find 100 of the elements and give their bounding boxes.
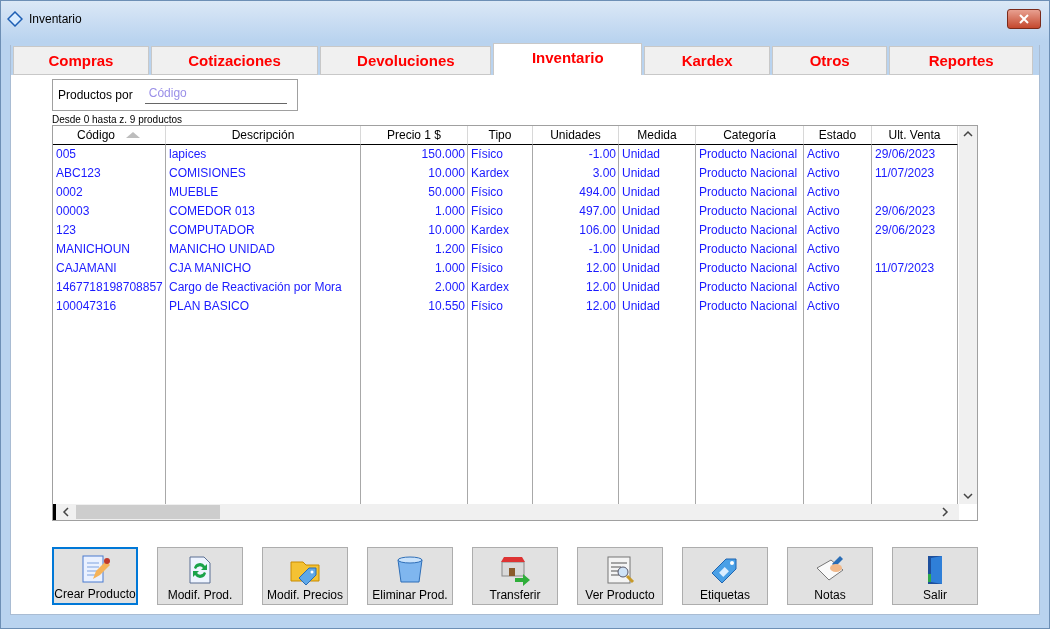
table-cell-text: 11/07/2023 <box>874 260 936 277</box>
table-cell-text: Físico <box>470 184 504 201</box>
table-cell-text: Activo <box>806 222 841 239</box>
column-header[interactable]: Precio 1 $ <box>361 126 468 145</box>
table-cell-text: Activo <box>806 203 841 220</box>
table-cell-text: Unidad <box>621 241 662 258</box>
table-cell-text: CJA MANICHO <box>168 260 252 277</box>
table-cell-text: -1.00 <box>587 241 617 258</box>
table-cell-text: 497.00 <box>578 203 617 220</box>
table-cell-text: Activo <box>806 241 841 258</box>
column-header[interactable]: Medida <box>619 126 696 145</box>
toolbar-button[interactable]: Salir <box>892 547 978 605</box>
table-cell-text: Unidad <box>621 184 662 201</box>
table-cell-text: Activo <box>806 184 841 201</box>
table-cell-text: Activo <box>806 279 841 296</box>
table-cell-text: COMEDOR 013 <box>168 203 257 220</box>
scroll-right-icon[interactable] <box>939 507 949 517</box>
table-cell-text: Producto Nacional <box>698 146 799 163</box>
table-cell-text: Producto Nacional <box>698 165 799 182</box>
table-cell-text: MANICHO UNIDAD <box>168 241 276 258</box>
column-header[interactable]: Descripción <box>166 126 361 145</box>
toolbar-button[interactable]: Notas <box>787 547 873 605</box>
toolbar-button[interactable]: Crear Producto <box>52 547 138 605</box>
table-cell-text: 12.00 <box>584 298 617 315</box>
table-cell-text: Kardex <box>470 222 511 239</box>
table-cell-text: Producto Nacional <box>698 203 799 220</box>
table-cell-text: COMPUTADOR <box>168 222 256 239</box>
close-icon <box>1018 14 1030 24</box>
toolbar-button[interactable]: Modif. Precios <box>262 547 348 605</box>
table-cell-text: Activo <box>806 165 841 182</box>
table-cell-text: Unidad <box>621 146 662 163</box>
table-cell-text: Producto Nacional <box>698 241 799 258</box>
table-cell-text: 00003 <box>55 203 91 220</box>
table-cell-text: Kardex <box>470 279 511 296</box>
table-cell-text: CAJAMANI <box>55 260 118 277</box>
table-cell-text: lapices <box>168 146 208 163</box>
table-cell-text: 0002 <box>55 184 84 201</box>
tab[interactable]: Compras <box>13 46 149 75</box>
tab[interactable]: Otros <box>772 46 888 75</box>
column-header[interactable]: Código <box>53 126 166 145</box>
document-pencil-icon <box>79 553 111 585</box>
horizontal-scrollbar[interactable] <box>53 504 959 520</box>
table-cell-text: COMISIONES <box>168 165 247 182</box>
table-cell-text: 1.000 <box>433 203 466 220</box>
column-header[interactable]: Categoría <box>696 126 804 145</box>
table-cell-text: 10.550 <box>427 298 466 315</box>
bin-icon <box>394 554 426 586</box>
tab[interactable]: Cotizaciones <box>150 46 319 75</box>
table-cell-text: 12.00 <box>584 279 617 296</box>
filter-field[interactable]: Código <box>144 86 287 104</box>
range-text: Desde 0 hasta z. 9 productos <box>52 114 184 125</box>
table-cell-text: 11/07/2023 <box>874 165 936 182</box>
tab[interactable]: Reportes <box>889 46 1033 75</box>
table-cell-text: 005 <box>55 146 78 163</box>
vertical-scrollbar[interactable] <box>959 126 977 504</box>
scrollbar-thumb[interactable] <box>76 505 220 519</box>
diamond-icon <box>7 11 23 27</box>
table-cell-text: Físico <box>470 203 504 220</box>
table-cell-text: Unidad <box>621 260 662 277</box>
table-cell-text: Producto Nacional <box>698 260 799 277</box>
table-cell-text: Producto Nacional <box>698 222 799 239</box>
scroll-up-icon[interactable] <box>963 130 973 138</box>
window-title: Inventario <box>29 12 83 26</box>
toolbar-button[interactable]: Eliminar Prod. <box>367 547 453 605</box>
table-cell-text: Unidad <box>621 298 662 315</box>
table-cell-text: 50.000 <box>427 184 466 201</box>
table-cell-text: Activo <box>806 146 841 163</box>
column-header[interactable]: Estado <box>804 126 872 145</box>
document-magnifier-icon <box>604 554 636 586</box>
table-cell-text: 1.000 <box>433 260 466 277</box>
scroll-left-icon[interactable] <box>62 507 72 517</box>
table-cell-text: 3.00 <box>591 165 617 182</box>
table-cell-text: Kardex <box>470 165 511 182</box>
close-button[interactable] <box>1007 9 1041 29</box>
table-cell-text: Activo <box>806 298 841 315</box>
table-cell-text: Cargo de Reactivación por Mora <box>168 279 343 296</box>
tab[interactable]: Kardex <box>644 46 771 75</box>
filter-label: Productos por <box>58 88 133 102</box>
tab[interactable]: Inventario <box>493 43 643 75</box>
toolbar-button[interactable]: Etiquetas <box>682 547 768 605</box>
table-cell-text: -1.00 <box>587 146 617 163</box>
scroll-down-icon[interactable] <box>963 492 973 500</box>
table-cell-text: MUEBLE <box>168 184 220 201</box>
table-cell-text: Producto Nacional <box>698 184 799 201</box>
table-cell-text: Físico <box>470 298 504 315</box>
toolbar-button[interactable]: Transferir <box>472 547 558 605</box>
table-cell-text: 150.000 <box>420 146 466 163</box>
table-cell-text: Físico <box>470 146 504 163</box>
toolbar-button[interactable]: Ver Producto <box>577 547 663 605</box>
table-cell-text: 12.00 <box>584 260 617 277</box>
column-header[interactable]: Ult. Venta <box>872 126 958 145</box>
table-cell-text: 123 <box>55 222 78 239</box>
table-cell-text: 10.000 <box>427 222 466 239</box>
column-header[interactable]: Tipo <box>468 126 533 145</box>
table-cell-text: 1.200 <box>433 241 466 258</box>
table-cell-text: PLAN BASICO <box>168 298 251 315</box>
column-header[interactable]: Unidades <box>533 126 619 145</box>
table-cell-text: Activo <box>806 260 841 277</box>
tab[interactable]: Devoluciones <box>320 46 492 75</box>
toolbar-button[interactable]: Modif. Prod. <box>157 547 243 605</box>
